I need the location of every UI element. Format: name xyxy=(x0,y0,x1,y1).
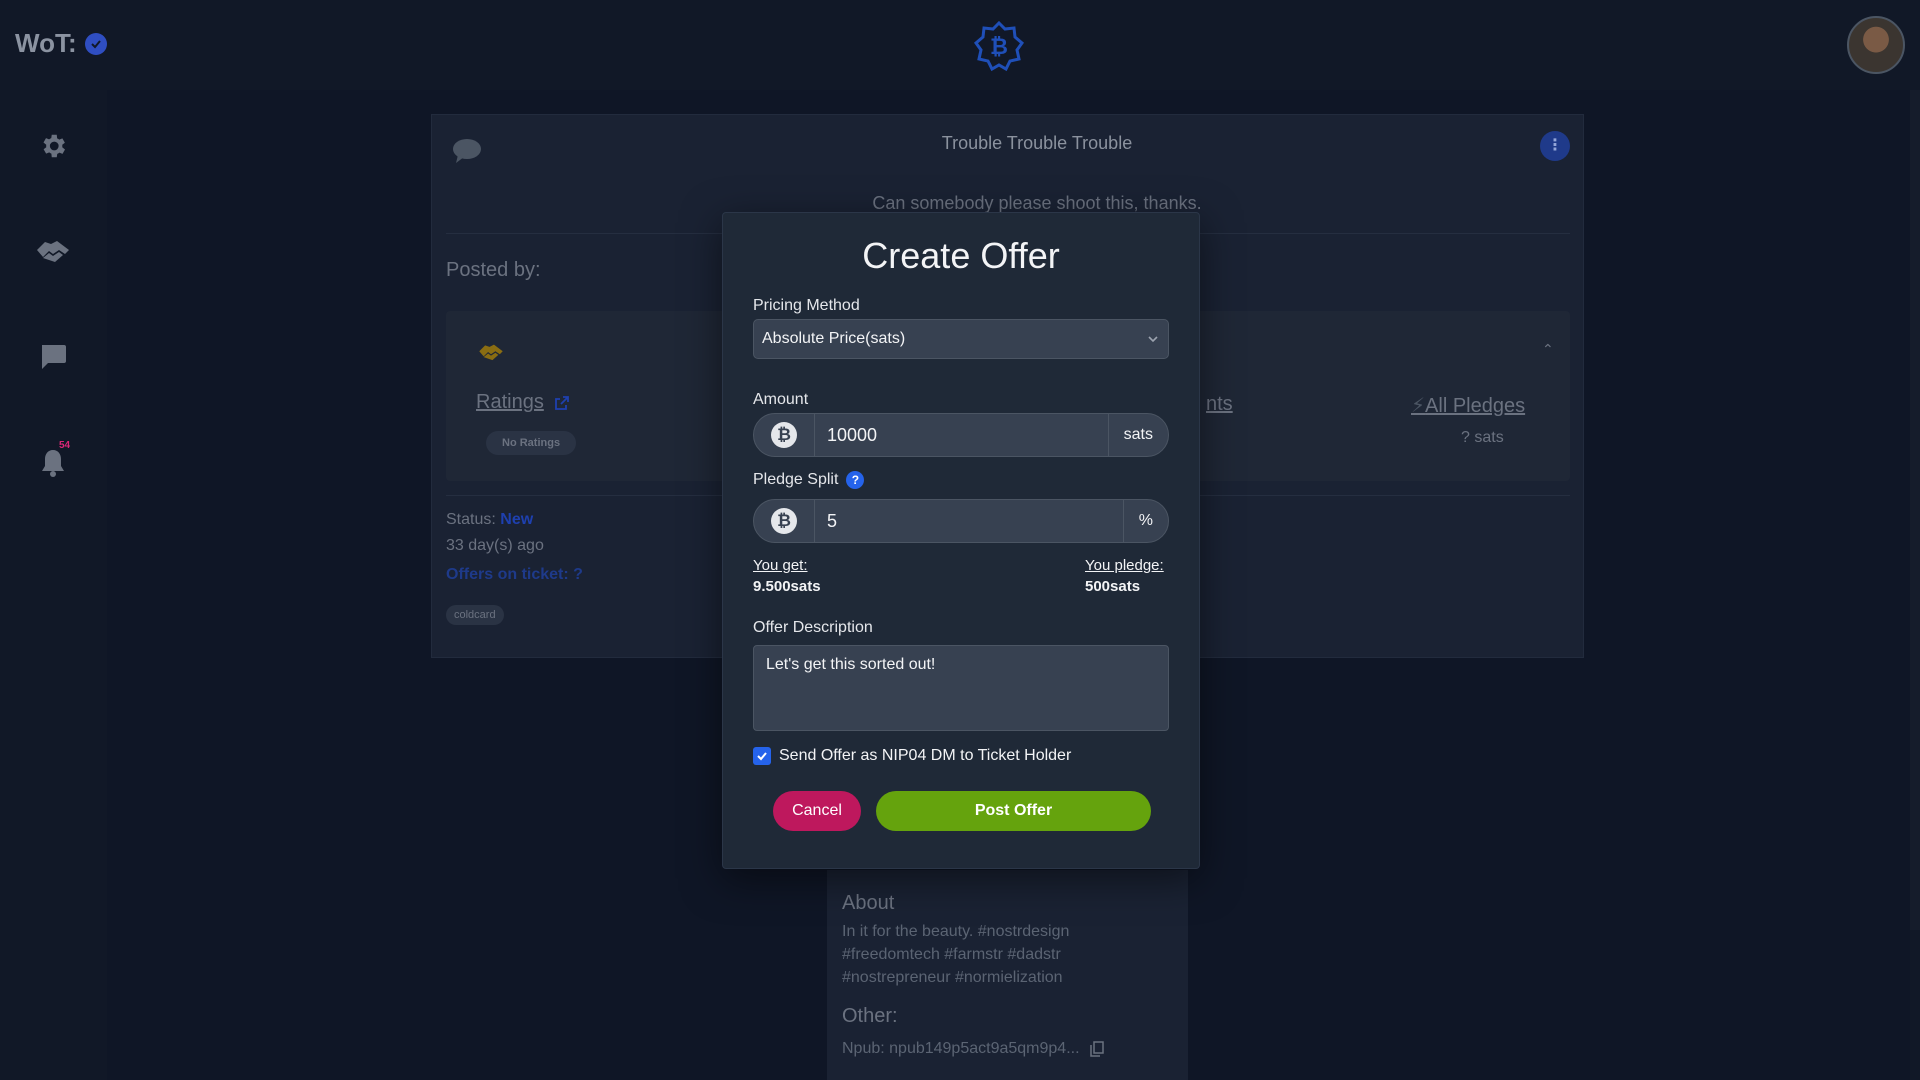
verified-check-icon xyxy=(84,32,107,55)
chat-icon[interactable] xyxy=(35,338,71,374)
collapse-chevron-icon[interactable]: ⌃ xyxy=(1542,341,1554,358)
help-icon[interactable]: ? xyxy=(846,471,865,489)
amount-label: Amount xyxy=(753,391,809,408)
offer-description-textarea[interactable]: Let's get this sorted out! xyxy=(753,645,1169,731)
send-dm-checkbox[interactable] xyxy=(753,747,771,765)
handshake-icon[interactable] xyxy=(35,233,71,269)
status-line: Status: New xyxy=(446,511,533,529)
pricing-method-select[interactable]: Absolute Price(sats) xyxy=(753,319,1169,359)
user-avatar[interactable] xyxy=(1847,16,1905,74)
bitcoin-icon: ₿ xyxy=(771,422,797,448)
ticket-description: Can somebody please shoot this, thanks. xyxy=(872,193,1202,213)
bitcoin-logo-icon[interactable]: ₿ xyxy=(973,20,1025,72)
npub-value: Npub: npub149p5act9a5qm9p4... xyxy=(842,1040,1080,1057)
bitcoin-icon: ₿ xyxy=(771,508,797,534)
ticket-title: Trouble Trouble Trouble xyxy=(941,133,1133,153)
cancel-button[interactable]: Cancel xyxy=(773,791,861,831)
you-pledge-value: 500sats xyxy=(1085,578,1141,595)
send-dm-label[interactable]: Send Offer as NIP04 DM to Ticket Holder xyxy=(779,747,1071,765)
status-value: New xyxy=(500,511,534,528)
dm-option-row: Send Offer as NIP04 DM to Ticket Holder xyxy=(753,747,1071,765)
no-ratings-badge: No Ratings xyxy=(486,431,577,455)
wot-indicator[interactable]: WoT: xyxy=(15,28,107,59)
gear-icon[interactable] xyxy=(35,128,71,164)
pledge-split-input-group: ₿ 5 % xyxy=(753,499,1169,543)
more-options-icon[interactable]: ⋮ xyxy=(1540,131,1570,161)
svg-text:₿: ₿ xyxy=(990,35,1008,60)
you-get-label: You get: xyxy=(753,557,808,574)
split-prefix: ₿ xyxy=(754,500,815,542)
offers-on-ticket-link[interactable]: Offers on ticket: ? xyxy=(446,566,583,584)
ticket-age: 33 day(s) ago xyxy=(446,537,544,554)
all-pledges-label: All Pledges xyxy=(1425,395,1526,417)
scrollbar[interactable] xyxy=(1910,90,1920,930)
all-pledges-link[interactable]: ⚡All Pledges xyxy=(1411,393,1525,418)
pledge-split-label-row: Pledge Split? xyxy=(753,471,865,489)
amount-prefix: ₿ xyxy=(754,414,815,456)
you-pledge-summary: You pledge: 500sats xyxy=(1085,557,1169,595)
pricing-method-label: Pricing Method xyxy=(753,297,860,314)
sidebar: 54 xyxy=(0,90,107,1080)
handshake-icon xyxy=(476,341,506,368)
comment-icon[interactable] xyxy=(452,137,482,170)
modal-title: Create Offer xyxy=(862,235,1060,276)
pledge-split-input[interactable]: 5 xyxy=(815,500,1123,542)
ratings-label: Ratings xyxy=(476,391,544,413)
bell-icon[interactable]: 54 xyxy=(35,440,71,481)
ratings-link[interactable]: Ratings xyxy=(476,391,570,414)
copy-icon[interactable] xyxy=(1089,1041,1104,1057)
lightning-icon: ⚡ xyxy=(1411,395,1426,417)
external-link-icon xyxy=(554,395,569,410)
profile-card: About In it for the beauty. #nostrdesign… xyxy=(827,870,1188,1080)
other-heading: Other: xyxy=(842,1005,898,1027)
about-text: In it for the beauty. #nostrdesign #free… xyxy=(842,923,1070,986)
you-get-value: 9.500sats xyxy=(753,578,821,595)
pledge-split-label: Pledge Split xyxy=(753,471,839,489)
pricing-method-value: Absolute Price(sats) xyxy=(762,330,906,347)
you-get-summary: You get: 9.500sats xyxy=(753,557,821,595)
posted-by-label: Posted by: xyxy=(446,259,541,281)
pledge-total: ? sats xyxy=(1461,429,1504,446)
chevron-down-icon xyxy=(1148,336,1158,343)
create-offer-modal: Create Offer Pricing Method Absolute Pri… xyxy=(722,212,1200,869)
amount-input[interactable]: 10000 xyxy=(815,414,1108,456)
about-heading: About xyxy=(842,892,895,914)
status-label: Status: xyxy=(446,511,496,528)
post-offer-button[interactable]: Post Offer xyxy=(876,791,1151,831)
comments-link[interactable]: nts xyxy=(1206,393,1233,416)
tag-badge[interactable]: coldcard xyxy=(446,605,504,625)
amount-input-group: ₿ 10000 sats xyxy=(753,413,1169,457)
amount-unit: sats xyxy=(1107,414,1168,456)
offer-description-label: Offer Description xyxy=(753,619,873,636)
top-bar: WoT: ₿ xyxy=(0,0,1920,90)
notification-badge: 54 xyxy=(59,440,71,451)
pledge-split-unit: % xyxy=(1122,500,1168,542)
wot-label: WoT: xyxy=(15,28,77,58)
npub-row: Npub: npub149p5act9a5qm9p4... xyxy=(842,1040,1104,1058)
check-icon xyxy=(757,752,767,761)
you-pledge-label: You pledge: xyxy=(1085,557,1164,574)
